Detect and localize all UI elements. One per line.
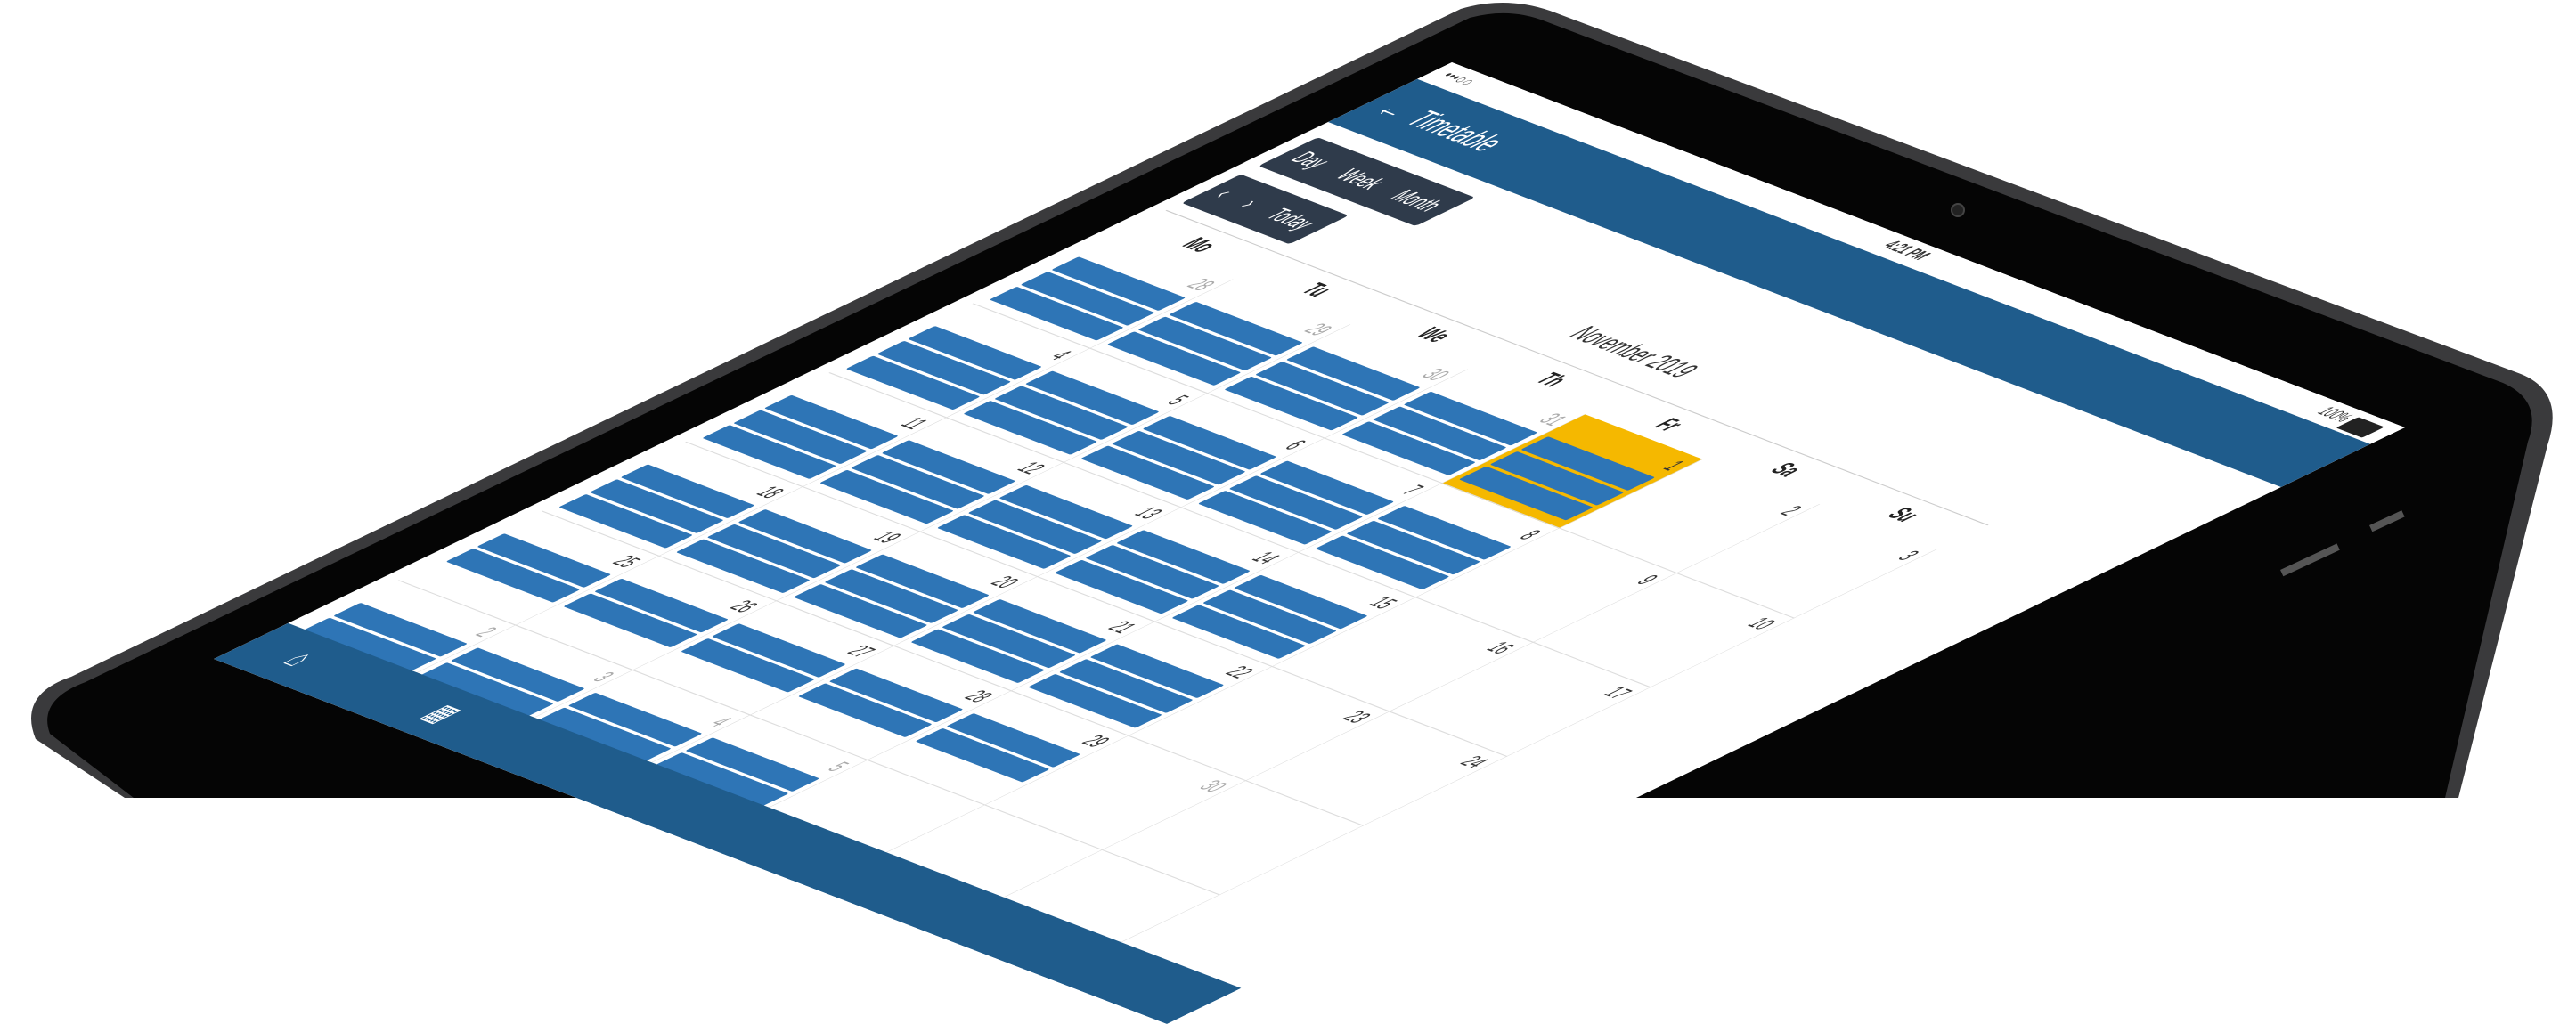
- day-number: 17: [1596, 684, 1638, 703]
- home-icon[interactable]: ⌂: [262, 643, 335, 676]
- day-number: 10: [1740, 614, 1781, 633]
- page-title: Timetable: [1395, 106, 1515, 157]
- day-number: 3: [1890, 548, 1925, 565]
- day-number: 24: [1453, 752, 1494, 772]
- camera-icon: [1951, 203, 1965, 217]
- signal-indicator: •••○○: [1435, 69, 1481, 89]
- calendar-icon[interactable]: ▦: [405, 697, 478, 730]
